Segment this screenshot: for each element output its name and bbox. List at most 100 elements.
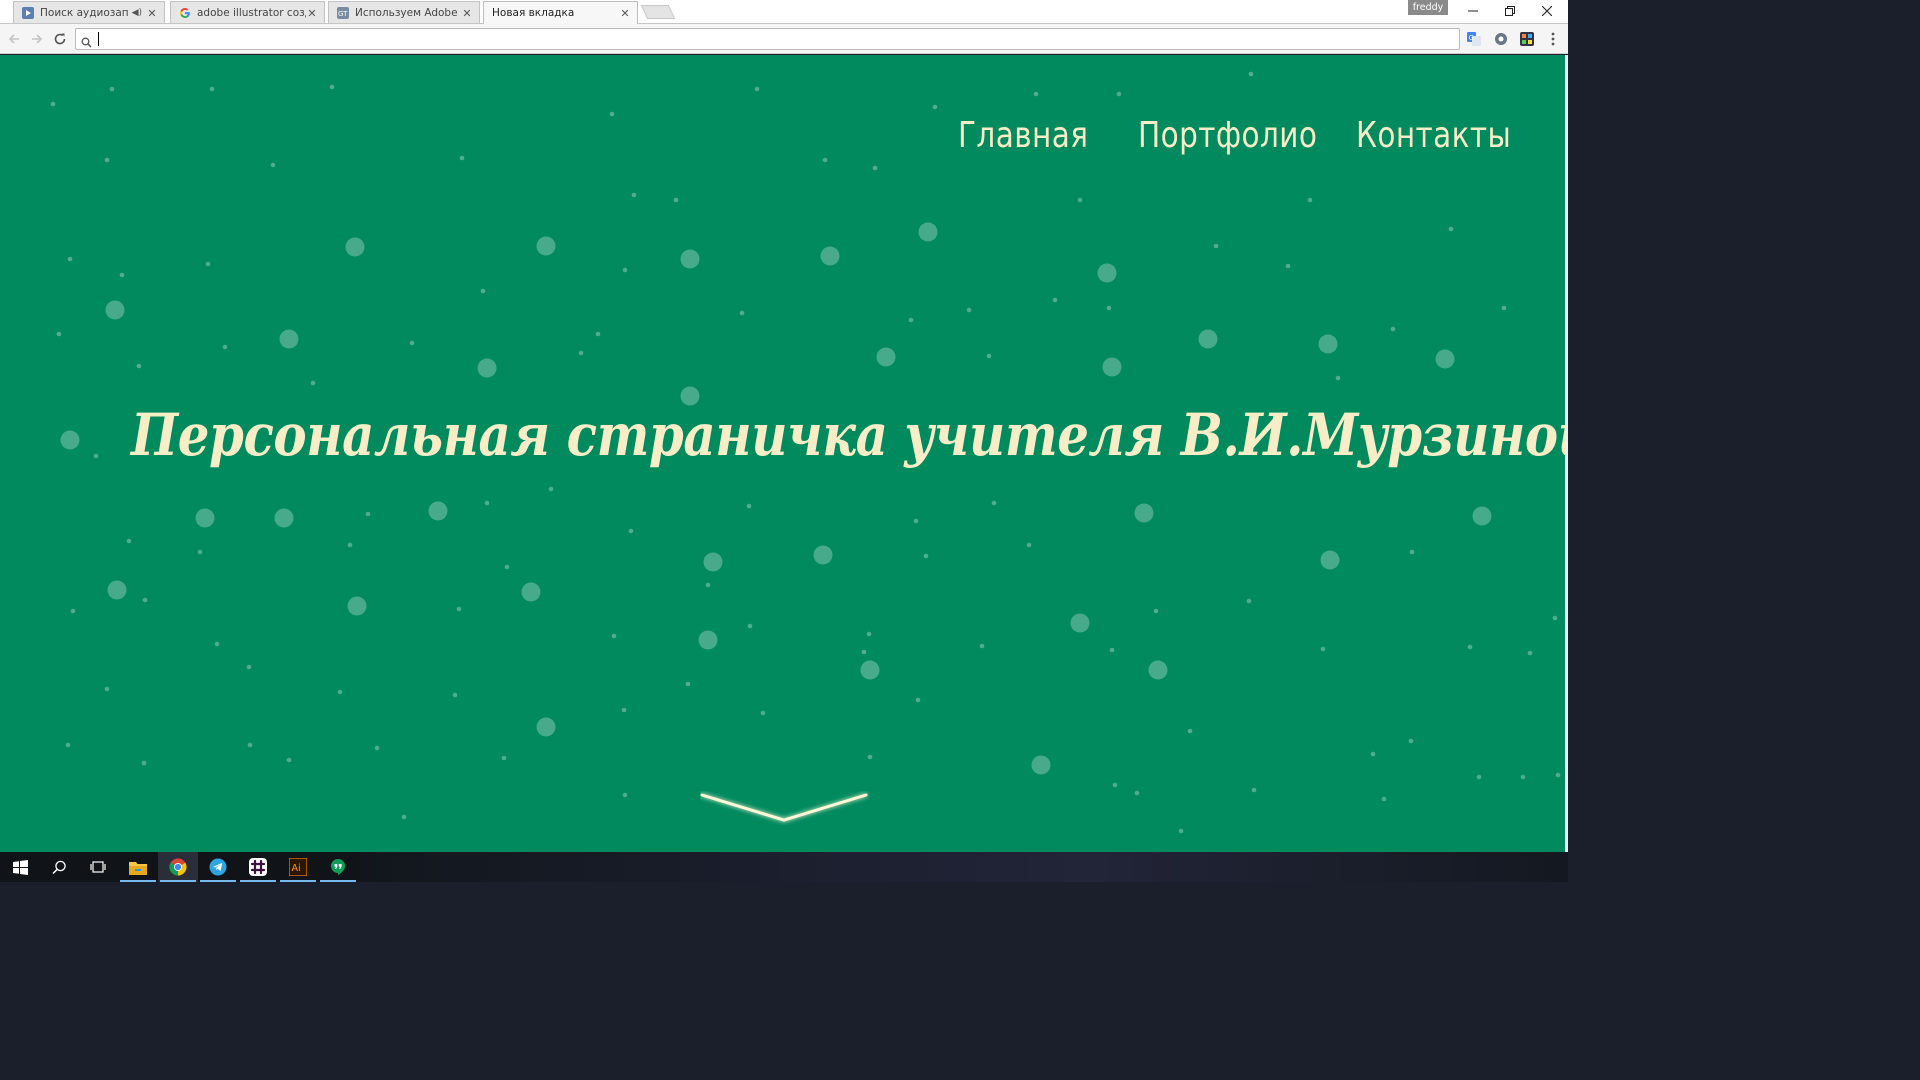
file-explorer-icon[interactable]: [118, 852, 158, 882]
speaker-icon[interactable]: ◀): [132, 8, 142, 18]
site-nav: Главная Портфолио Контакты: [0, 115, 1565, 165]
snow-dot: [876, 347, 896, 367]
snow-dot: [621, 707, 627, 713]
snow-dot: [1318, 334, 1338, 354]
snow-dot: [986, 353, 992, 359]
snow-dot: [1248, 71, 1254, 77]
snow-dot: [1178, 828, 1184, 834]
tab-new-tab[interactable]: Новая вкладка ✕: [483, 1, 638, 24]
snow-dot: [1077, 197, 1083, 203]
snow-dot: [631, 192, 637, 198]
nav-link-contacts[interactable]: Контакты: [1356, 115, 1511, 156]
telegram-icon[interactable]: [198, 852, 238, 882]
snow-dot: [739, 310, 745, 316]
snow-dot: [65, 742, 71, 748]
search-icon[interactable]: [39, 852, 79, 882]
snow-dot: [1052, 297, 1058, 303]
snow-dot: [67, 256, 73, 262]
menu-kebab-icon[interactable]: [1545, 31, 1561, 47]
tab-google-search[interactable]: adobe illustrator создать ✕: [170, 1, 325, 24]
snow-dot: [923, 553, 929, 559]
chevron-down-icon[interactable]: [700, 791, 870, 825]
vpn-extension-icon[interactable]: [1493, 31, 1509, 47]
translate-extension-icon[interactable]: G: [1466, 31, 1482, 47]
snow-dot: [867, 754, 873, 760]
snow-dot: [480, 288, 486, 294]
vk-audio-icon: [22, 7, 34, 19]
tab-illustrator-article[interactable]: GT Используем Adobe Illust ✕: [328, 1, 480, 24]
snow-dot: [347, 542, 353, 548]
snow-dot: [760, 710, 766, 716]
snow-dot: [1285, 263, 1291, 269]
snow-dot: [1501, 305, 1507, 311]
forward-button[interactable]: [26, 28, 48, 50]
windows-start-icon[interactable]: [0, 852, 40, 882]
snow-dot: [1472, 506, 1492, 526]
nav-link-portfolio[interactable]: Портфолио: [1138, 115, 1317, 156]
snow-dot: [1320, 550, 1340, 570]
snow-dot: [1148, 660, 1168, 680]
snow-dot: [60, 430, 80, 450]
snow-dot: [578, 350, 584, 356]
snow-dot: [1307, 197, 1313, 203]
tab-audio-search[interactable]: Поиск аудиозаписей ◀) ✕: [13, 1, 165, 24]
snow-dot: [1552, 615, 1558, 621]
snow-dot: [109, 86, 115, 92]
snow-dot: [56, 331, 62, 337]
color-picker-extension-icon[interactable]: [1519, 31, 1535, 47]
address-input[interactable]: [96, 31, 1446, 47]
snow-dot: [1106, 305, 1112, 311]
new-tab-button[interactable]: [640, 5, 676, 19]
close-icon[interactable]: ✕: [146, 7, 158, 20]
google-icon: [179, 7, 191, 19]
snow-dot: [703, 552, 723, 572]
snow-dot: [107, 580, 127, 600]
snow-dot: [286, 757, 292, 763]
snow-dot: [105, 300, 125, 320]
snow-dot: [1187, 728, 1193, 734]
restore-button[interactable]: [1491, 0, 1529, 22]
snow-dot: [1134, 790, 1140, 796]
web-page: Главная Портфолио Контакты Персональная …: [0, 55, 1565, 852]
hangouts-icon[interactable]: [318, 852, 358, 882]
minimize-button[interactable]: [1454, 0, 1492, 22]
snow-dot: [409, 340, 415, 346]
running-indicator: [120, 880, 156, 882]
snow-dot: [1070, 613, 1090, 633]
tab-title: Новая вкладка: [492, 7, 575, 19]
snow-dot: [1116, 91, 1122, 97]
snow-dot: [374, 745, 380, 751]
snow-dot: [337, 689, 343, 695]
snow-dot: [1102, 357, 1122, 377]
snow-dot: [329, 84, 335, 90]
snow-dot: [1555, 772, 1561, 778]
snow-dot: [1251, 787, 1257, 793]
snow-dot: [274, 508, 294, 528]
profile-badge[interactable]: freddy: [1408, 0, 1448, 15]
close-window-button[interactable]: [1528, 0, 1566, 22]
svg-text:G: G: [1469, 34, 1474, 42]
close-icon[interactable]: ✕: [306, 7, 318, 20]
omnibox[interactable]: [75, 28, 1460, 50]
snow-dot: [622, 792, 628, 798]
adobe-illustrator-icon[interactable]: Ai: [278, 852, 318, 882]
slack-icon[interactable]: [238, 852, 278, 882]
reload-button[interactable]: [49, 28, 71, 50]
snow-dot: [746, 503, 752, 509]
snow-dot: [1476, 774, 1482, 780]
snow-dot: [1370, 751, 1376, 757]
hero-title: Персональная страничка учителя В.И.Мурзи…: [131, 401, 1565, 469]
snow-dot: [913, 518, 919, 524]
chrome-icon[interactable]: [158, 852, 198, 882]
snow-dot: [1112, 782, 1118, 788]
close-icon[interactable]: ✕: [461, 7, 473, 20]
task-view-icon[interactable]: [78, 852, 118, 882]
browser-toolbar: G: [0, 24, 1568, 54]
snow-dot: [595, 331, 601, 337]
back-button[interactable]: [3, 28, 25, 50]
snow-dot: [1031, 755, 1051, 775]
snow-dot: [93, 453, 99, 459]
scrollbar-edge: [1565, 55, 1568, 852]
nav-link-home[interactable]: Главная: [958, 115, 1088, 156]
close-icon[interactable]: ✕: [619, 7, 631, 20]
